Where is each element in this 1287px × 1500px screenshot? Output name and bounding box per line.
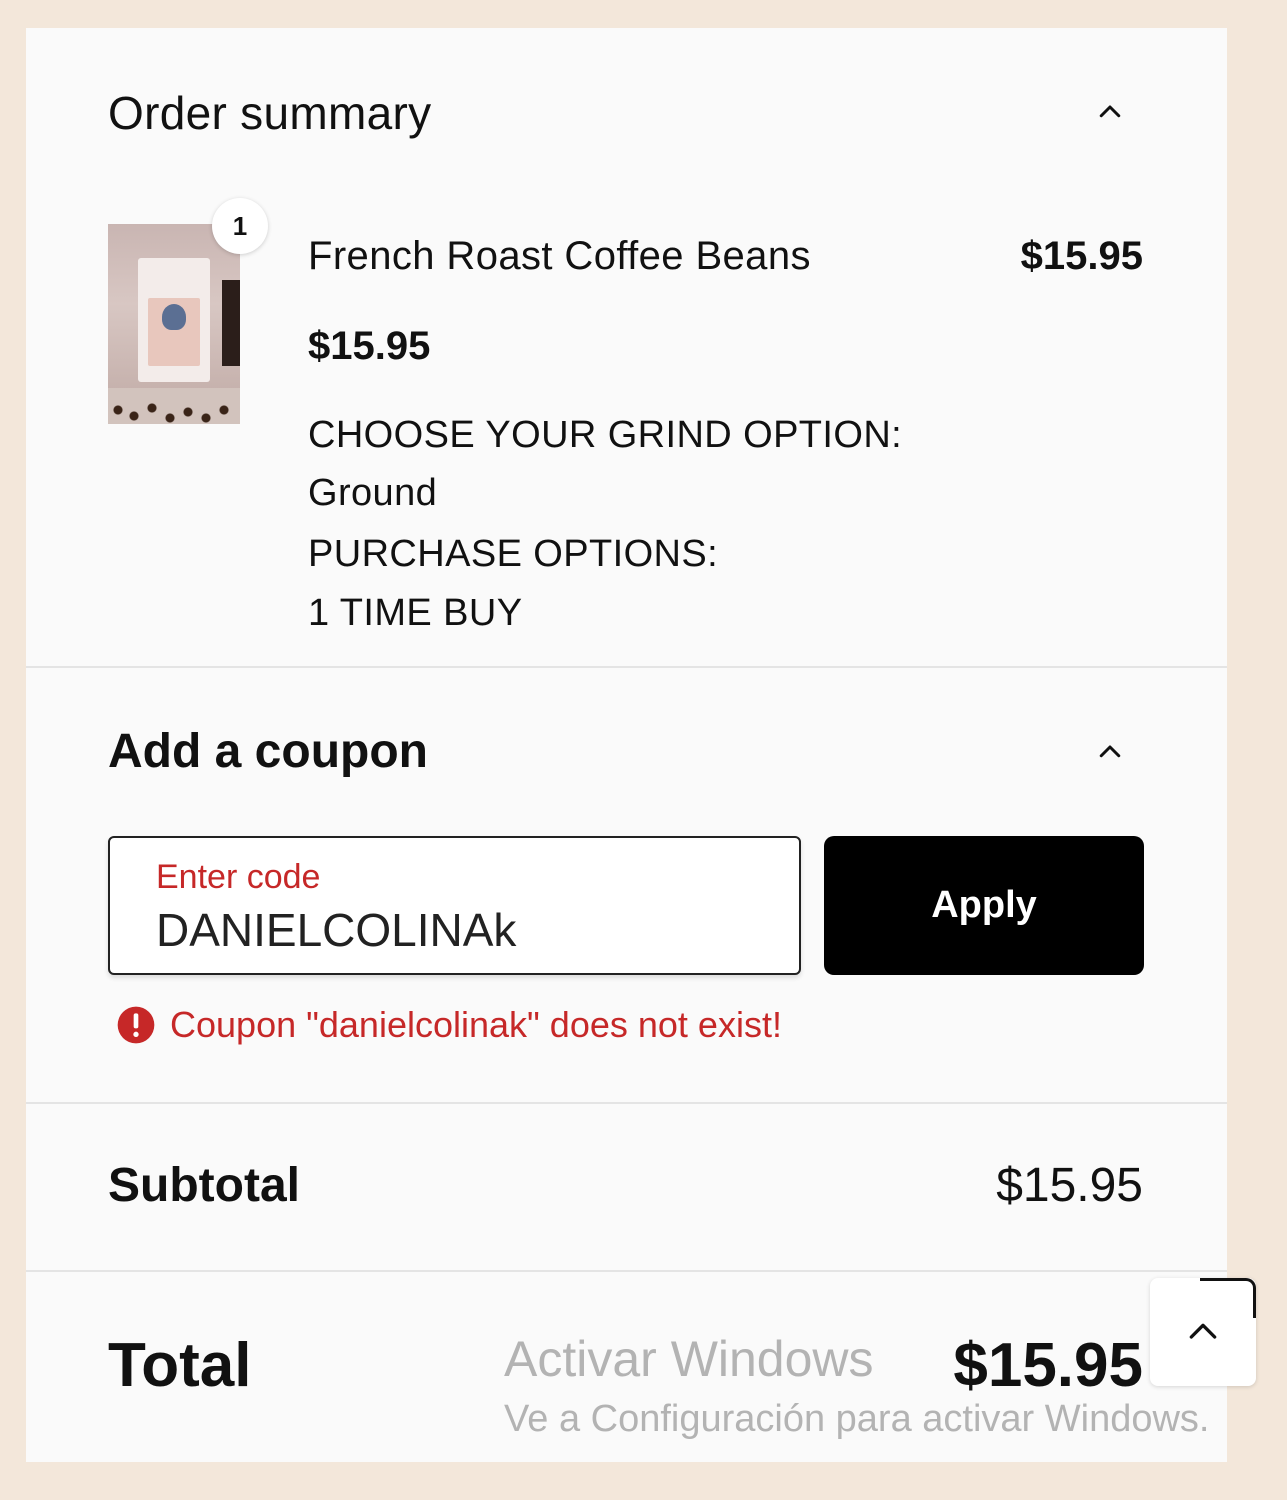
line-price: $15.95 bbox=[1020, 234, 1143, 278]
divider bbox=[26, 666, 1227, 668]
apply-coupon-button[interactable]: Apply bbox=[824, 836, 1144, 975]
option-grind-value: Ground bbox=[308, 472, 438, 514]
chevron-up-icon bbox=[1099, 745, 1121, 758]
chevron-up-icon bbox=[1099, 105, 1121, 118]
total-label: Total bbox=[108, 1331, 252, 1400]
windows-watermark-subtitle: Ve a Configuración para activar Windows. bbox=[504, 1398, 1210, 1440]
option-grind-label: CHOOSE YOUR GRIND OPTION: bbox=[308, 414, 903, 456]
divider bbox=[26, 1270, 1227, 1272]
order-summary-title: Order summary bbox=[108, 87, 432, 139]
checkout-panel: Order summary 1 French Roast Coffee Bean… bbox=[26, 28, 1227, 1462]
total-value: $15.95 bbox=[953, 1331, 1143, 1400]
error-icon bbox=[117, 1006, 155, 1044]
scroll-to-top-button[interactable] bbox=[1150, 1278, 1256, 1386]
coupon-toggle[interactable] bbox=[1088, 730, 1132, 774]
coupon-error-text: Coupon "danielcolinak" does not exist! bbox=[170, 1004, 782, 1045]
divider bbox=[26, 1102, 1227, 1104]
option-purchase-label: PURCHASE OPTIONS: bbox=[308, 533, 719, 575]
order-summary-toggle[interactable] bbox=[1088, 90, 1132, 134]
quantity-badge: 1 bbox=[212, 198, 268, 254]
coupon-code-field[interactable]: Enter code bbox=[108, 836, 801, 975]
coupon-error: Coupon "danielcolinak" does not exist! bbox=[116, 1004, 782, 1046]
windows-watermark-title: Activar Windows bbox=[504, 1331, 874, 1387]
coupon-title: Add a coupon bbox=[108, 725, 428, 778]
subtotal-value: $15.95 bbox=[996, 1159, 1143, 1212]
unit-price: $15.95 bbox=[308, 324, 431, 368]
product-thumbnail bbox=[108, 224, 240, 424]
button-corner-outline bbox=[1200, 1278, 1256, 1318]
product-name: French Roast Coffee Beans bbox=[308, 234, 811, 278]
coupon-code-input[interactable] bbox=[156, 900, 756, 960]
subtotal-label: Subtotal bbox=[108, 1159, 300, 1212]
scroll-top-chevron-icon bbox=[1189, 1323, 1217, 1339]
coupon-code-label: Enter code bbox=[156, 858, 321, 896]
option-purchase-value: 1 TIME BUY bbox=[308, 592, 523, 634]
